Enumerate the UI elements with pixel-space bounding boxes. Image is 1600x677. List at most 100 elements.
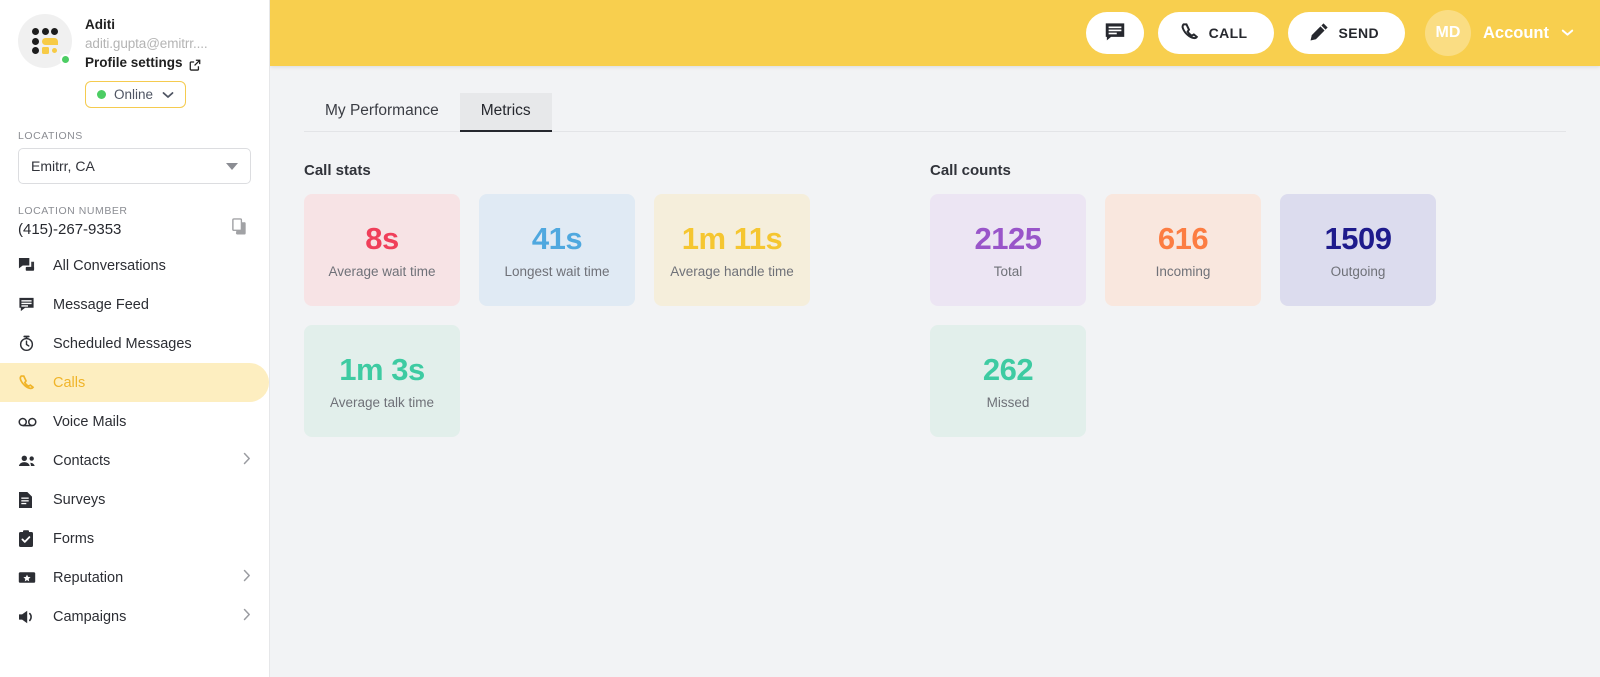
sidebar-item-forms[interactable]: Forms [0,519,269,558]
count-card-missed: 262 Missed [930,325,1086,437]
location-number-value: (415)-267-9353 [18,220,122,238]
call-stats-panel: Call stats 8s Average wait time 41s Long… [304,162,930,437]
call-counts-title: Call counts [930,162,1011,179]
online-status-dot [60,54,71,65]
tab-bar: My Performance Metrics [304,88,1566,132]
contacts-icon [18,454,40,468]
tab-metrics[interactable]: Metrics [459,93,552,132]
stat-value: 1m 3s [339,351,425,387]
call-counts-cards: 2125 Total 616 Incoming 1509 Outgoing 26… [930,194,1566,437]
stat-value: 1m 11s [681,220,783,256]
clock-icon [18,335,40,352]
sidebar-item-scheduled-messages[interactable]: Scheduled Messages [0,324,269,363]
star-badge-icon [18,570,40,585]
sidebar-item-label: Campaigns [53,608,127,625]
account-avatar: MD [1425,10,1471,56]
profile-settings-label: Profile settings [85,55,183,70]
count-card-outgoing: 1509 Outgoing [1280,194,1436,306]
location-number-row: (415)-267-9353 [0,218,269,240]
new-message-button[interactable] [1085,12,1144,54]
call-stats-title: Call stats [304,162,371,179]
locations-label: LOCATIONS [18,130,83,142]
sidebar: Aditi aditi.gupta@emitrr.... Profile set… [0,0,270,677]
send-button-label: SEND [1338,25,1379,41]
call-stats-cards: 8s Average wait time 41s Longest wait ti… [304,194,930,437]
status-label: Online [114,87,154,102]
sidebar-item-label: Contacts [53,452,111,469]
stat-value: 8s [365,220,399,256]
sidebar-item-all-conversations[interactable]: All Conversations [0,246,269,285]
sidebar-item-label: Forms [53,530,95,547]
conversations-icon [18,257,40,274]
content-area: My Performance Metrics Call stats 8s Ave… [270,66,1600,677]
call-counts-panel: Call counts 2125 Total 616 Incoming 1509 [930,162,1566,437]
document-icon [18,491,40,509]
sidebar-nav: All Conversations Message Feed Scheduled… [0,246,269,636]
location-number-label: LOCATION NUMBER [18,205,128,217]
megaphone-icon [18,609,40,625]
sidebar-item-reputation[interactable]: Reputation [0,558,269,597]
sidebar-item-surveys[interactable]: Surveys [0,480,269,519]
sidebar-item-message-feed[interactable]: Message Feed [0,285,269,324]
sidebar-item-contacts[interactable]: Contacts [0,441,269,480]
call-button[interactable]: CALL [1157,12,1274,54]
count-label: Incoming [1155,263,1211,279]
sidebar-item-calls[interactable]: Calls [0,363,269,402]
chevron-right-icon [243,452,251,469]
profile-settings-link[interactable]: Profile settings [85,53,208,73]
app-root: Aditi aditi.gupta@emitrr.... Profile set… [0,0,1600,677]
voicemail-icon [18,416,40,428]
tab-my-performance[interactable]: My Performance [304,93,460,132]
sidebar-item-label: Calls [53,374,86,391]
avatar [18,14,72,68]
top-bar: CALL SEND MD Account [270,0,1600,66]
status-dot-icon [97,90,106,99]
profile-section: Aditi aditi.gupta@emitrr.... Profile set… [0,0,269,73]
count-label: Outgoing [1330,263,1386,279]
sidebar-item-label: Voice Mails [53,413,127,430]
account-menu[interactable]: MD Account [1425,10,1574,56]
sidebar-item-label: Surveys [53,491,106,508]
profile-email: aditi.gupta@emitrr.... [85,36,208,51]
message-icon [1104,21,1126,46]
stat-card-longest-wait-time: 41s Longest wait time [479,194,635,306]
copy-icon[interactable] [232,218,247,240]
account-label: Account [1483,23,1549,42]
main-area: CALL SEND MD Account My Performance Metr… [270,0,1600,677]
count-card-incoming: 616 Incoming [1105,194,1261,306]
phone-icon [18,374,40,391]
status-dropdown[interactable]: Online [85,81,186,108]
stat-card-average-handle-time: 1m 11s Average handle time [654,194,810,306]
sidebar-item-voice-mails[interactable]: Voice Mails [0,402,269,441]
location-select-value: Emitrr, CA [31,158,95,174]
sidebar-item-label: Message Feed [53,296,149,313]
count-label: Total [993,263,1023,279]
location-select[interactable]: Emitrr, CA [18,148,251,184]
stat-label: Average wait time [328,263,436,279]
count-value: 616 [1157,220,1209,256]
stat-label: Average handle time [670,263,794,279]
external-link-icon [189,57,201,71]
metrics-panels: Call stats 8s Average wait time 41s Long… [270,132,1600,437]
sidebar-item-label: Reputation [53,569,124,586]
count-value: 262 [982,351,1034,387]
count-value: 1509 [1324,220,1392,256]
send-button[interactable]: SEND [1287,12,1405,54]
sidebar-item-campaigns[interactable]: Campaigns [0,597,269,636]
chevron-down-icon [162,87,174,102]
chevron-down-icon [1561,24,1574,42]
clipboard-check-icon [18,529,40,548]
count-value: 2125 [974,220,1042,256]
sidebar-item-label: All Conversations [53,257,166,274]
call-button-label: CALL [1208,25,1248,41]
chevron-right-icon [243,569,251,586]
caret-down-icon [226,162,238,170]
stat-label: Average talk time [329,394,435,410]
chevron-right-icon [243,608,251,625]
profile-name: Aditi [85,17,115,32]
pencil-icon [1310,22,1329,44]
stat-card-average-wait-time: 8s Average wait time [304,194,460,306]
message-feed-icon [18,296,40,313]
count-label: Missed [986,394,1030,410]
sidebar-item-label: Scheduled Messages [53,335,192,352]
